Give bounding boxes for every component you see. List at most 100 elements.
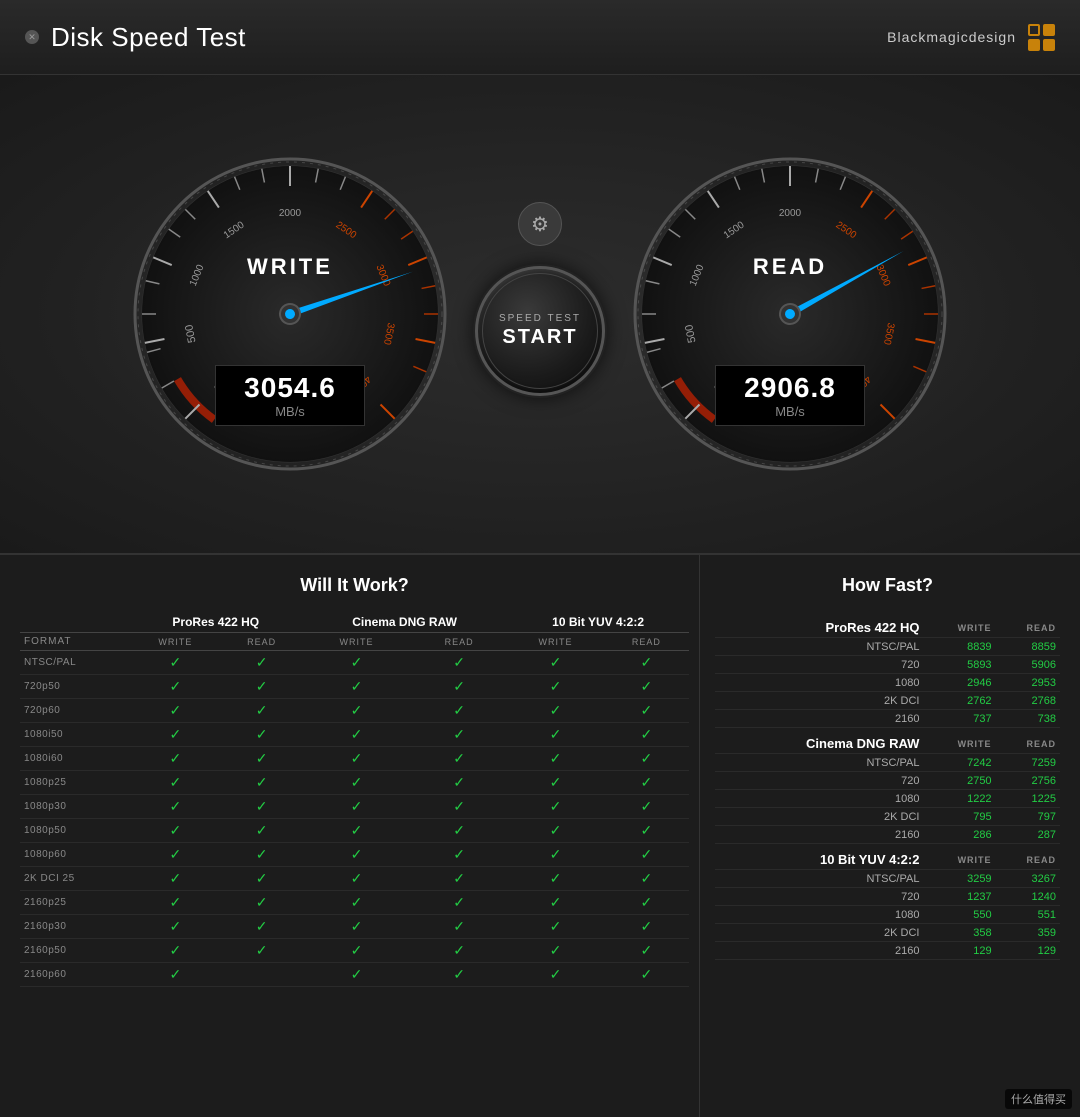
start-button[interactable]: SPEED TEST START bbox=[475, 266, 605, 396]
app-title: Disk Speed Test bbox=[51, 22, 246, 53]
check-cell: ✓ bbox=[604, 651, 689, 675]
check-icon: ✓ bbox=[550, 966, 562, 982]
svg-text:READ: READ bbox=[753, 254, 827, 279]
check-cell: ✓ bbox=[411, 699, 507, 723]
format-cell: 1080i50 bbox=[20, 723, 130, 747]
hf-write-header: WRITE bbox=[923, 844, 995, 870]
check-cell: ✓ bbox=[411, 915, 507, 939]
hf-row-label: NTSC/PAL bbox=[715, 870, 923, 888]
check-icon: ✓ bbox=[453, 846, 465, 862]
check-cell: ✓ bbox=[507, 819, 604, 843]
check-cell: ✓ bbox=[130, 771, 222, 795]
title-bar: ✕ Disk Speed Test Blackmagicdesign bbox=[0, 0, 1080, 75]
check-icon: ✓ bbox=[256, 942, 268, 958]
hf-group-label: Cinema DNG RAW bbox=[715, 728, 923, 754]
hf-data-row: 2K DCI 795 797 bbox=[715, 808, 1060, 826]
check-cell: ✓ bbox=[302, 651, 411, 675]
check-icon: ✓ bbox=[641, 750, 653, 766]
check-icon: ✓ bbox=[453, 750, 465, 766]
check-icon: ✓ bbox=[256, 678, 268, 694]
check-icon: ✓ bbox=[550, 846, 562, 862]
how-fast-title: How Fast? bbox=[715, 575, 1060, 596]
check-cell: ✓ bbox=[302, 747, 411, 771]
center-controls: ⚙ SPEED TEST START bbox=[450, 202, 630, 426]
hf-read-val: 8859 bbox=[996, 638, 1060, 656]
check-icon: ✓ bbox=[170, 846, 182, 862]
hf-read-val: 3267 bbox=[996, 870, 1060, 888]
check-icon: ✓ bbox=[453, 966, 465, 982]
check-cell: ✓ bbox=[411, 795, 507, 819]
check-icon: ✓ bbox=[453, 942, 465, 958]
check-icon: ✓ bbox=[256, 774, 268, 790]
hf-data-row: 1080 550 551 bbox=[715, 906, 1060, 924]
hf-data-row: 720 2750 2756 bbox=[715, 772, 1060, 790]
check-icon: ✓ bbox=[641, 654, 653, 670]
brand-sq-2 bbox=[1043, 24, 1055, 36]
check-icon: ✓ bbox=[550, 678, 562, 694]
check-icon: ✓ bbox=[256, 654, 268, 670]
settings-button[interactable]: ⚙ bbox=[518, 202, 562, 246]
hf-data-row: 1080 2946 2953 bbox=[715, 674, 1060, 692]
check-cell: ✓ bbox=[221, 915, 302, 939]
check-icon: ✓ bbox=[170, 678, 182, 694]
bottom-section: Will It Work? ProRes 422 HQ Cinema DNG R… bbox=[0, 555, 1080, 1117]
hf-write-val: 358 bbox=[923, 924, 995, 942]
table-row: 720p60✓✓✓✓✓✓ bbox=[20, 699, 689, 723]
hf-write-header: WRITE bbox=[923, 728, 995, 754]
check-icon: ✓ bbox=[641, 894, 653, 910]
check-icon: ✓ bbox=[550, 894, 562, 910]
check-cell: ✓ bbox=[221, 939, 302, 963]
will-it-work-table: ProRes 422 HQ Cinema DNG RAW 10 Bit YUV … bbox=[20, 612, 689, 987]
check-cell: ✓ bbox=[221, 795, 302, 819]
hf-data-row: 2K DCI 2762 2768 bbox=[715, 692, 1060, 710]
write-gauge: 0 500 1000 1500 2000 2500 3000 3500 4000… bbox=[130, 154, 450, 474]
check-icon: ✓ bbox=[453, 918, 465, 934]
hf-read-val: 2953 bbox=[996, 674, 1060, 692]
hf-row-label: 720 bbox=[715, 888, 923, 906]
check-cell: ✓ bbox=[130, 939, 222, 963]
brand-area: Blackmagicdesign bbox=[887, 24, 1055, 51]
check-icon: ✓ bbox=[453, 774, 465, 790]
check-icon: ✓ bbox=[170, 822, 182, 838]
check-icon: ✓ bbox=[351, 918, 363, 934]
format-cell: 2160p25 bbox=[20, 891, 130, 915]
hf-write-val: 795 bbox=[923, 808, 995, 826]
check-cell: ✓ bbox=[604, 795, 689, 819]
check-cell: ✓ bbox=[411, 771, 507, 795]
title-bar-left: ✕ Disk Speed Test bbox=[25, 22, 246, 53]
check-cell: ✓ bbox=[604, 915, 689, 939]
check-cell: ✓ bbox=[507, 843, 604, 867]
check-icon: ✓ bbox=[641, 918, 653, 934]
check-cell: ✓ bbox=[411, 819, 507, 843]
check-cell: ✓ bbox=[221, 699, 302, 723]
check-cell: ✓ bbox=[302, 675, 411, 699]
hf-read-header: READ bbox=[996, 844, 1060, 870]
check-cell: ✓ bbox=[507, 891, 604, 915]
format-cell: 2160p60 bbox=[20, 963, 130, 987]
check-cell: ✓ bbox=[604, 675, 689, 699]
close-button[interactable]: ✕ bbox=[25, 30, 39, 44]
table-row: 720p50✓✓✓✓✓✓ bbox=[20, 675, 689, 699]
check-icon: ✓ bbox=[641, 966, 653, 982]
will-it-work-panel: Will It Work? ProRes 422 HQ Cinema DNG R… bbox=[0, 555, 700, 1117]
check-icon: ✓ bbox=[256, 750, 268, 766]
hf-read-val: 359 bbox=[996, 924, 1060, 942]
check-cell: ✓ bbox=[411, 891, 507, 915]
gauge-section: 0 500 1000 1500 2000 2500 3000 3500 4000… bbox=[0, 75, 1080, 555]
check-cell: ✓ bbox=[411, 651, 507, 675]
check-icon: ✓ bbox=[453, 798, 465, 814]
hf-write-val: 3259 bbox=[923, 870, 995, 888]
gear-icon: ⚙ bbox=[531, 212, 549, 237]
hf-write-val: 1237 bbox=[923, 888, 995, 906]
check-cell: ✓ bbox=[411, 867, 507, 891]
check-cell: ✓ bbox=[604, 723, 689, 747]
hf-row-label: 1080 bbox=[715, 674, 923, 692]
read-unit: MB/s bbox=[734, 404, 846, 419]
hf-write-val: 8839 bbox=[923, 638, 995, 656]
format-cell: 2160p50 bbox=[20, 939, 130, 963]
hf-write-val: 2946 bbox=[923, 674, 995, 692]
speed-test-label: SPEED TEST bbox=[499, 313, 581, 324]
hf-read-val: 287 bbox=[996, 826, 1060, 844]
hf-read-val: 551 bbox=[996, 906, 1060, 924]
table-row: 1080p60✓✓✓✓✓✓ bbox=[20, 843, 689, 867]
